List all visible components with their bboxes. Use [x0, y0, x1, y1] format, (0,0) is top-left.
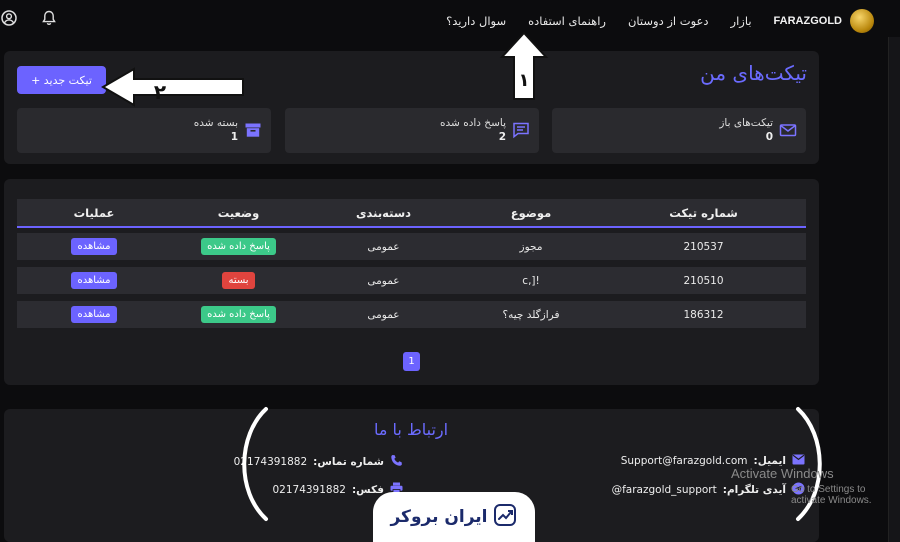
iranbroker-label: ایران بروکر: [390, 507, 488, 527]
stat-closed-tickets: بسته شده 1: [17, 108, 271, 153]
stat-label: پاسخ داده شده: [440, 117, 506, 129]
col-subject: موضوع: [510, 205, 552, 220]
stat-open-tickets: تیکت‌های باز 0: [552, 108, 806, 153]
table-row: 210510 ![,c عمومی بسته مشاهده: [17, 267, 806, 294]
right-edge-panel: [888, 37, 900, 542]
stat-count: 0: [765, 131, 773, 143]
archive-icon: [244, 121, 262, 139]
windows-watermark-subtitle: Go to Settings to activate Windows.: [791, 484, 872, 506]
stat-count: 1: [230, 131, 238, 143]
bell-icon[interactable]: [40, 9, 58, 27]
telegram-value[interactable]: farazgold_support@: [612, 484, 717, 496]
stat-label: بسته شده: [193, 117, 238, 129]
ticket-category: عمومی: [367, 274, 400, 287]
navbar-left-icons: [0, 9, 58, 27]
contact-telegram: آیدی تلگرام: farazgold_support@: [612, 482, 805, 498]
status-badge: بسته: [222, 272, 255, 289]
ticket-id: 186312: [683, 308, 724, 321]
ticket-subject: مجوز: [519, 240, 543, 253]
stat-label: تیکت‌های باز: [719, 117, 773, 129]
new-ticket-button[interactable]: تیکت جدید +: [17, 66, 106, 94]
table-header: شماره تیکت موضوع دسته‌بندی وضعیت عملیات: [17, 199, 806, 228]
message-icon: [512, 121, 530, 139]
ticket-subject: ![,c: [522, 274, 540, 287]
status-badge: پاسخ داده شده: [201, 238, 276, 255]
annotation-label-2: ۲: [154, 80, 166, 104]
annotation-arrow-1: ۱: [499, 31, 549, 100]
fax-value[interactable]: 02174391882: [272, 484, 346, 496]
nav-link-invite[interactable]: دعوت از دوستان: [628, 14, 709, 28]
nav-link-guide[interactable]: راهنمای استفاده: [528, 14, 606, 28]
brand[interactable]: FARAZGOLD: [774, 9, 874, 33]
windows-watermark-title: Activate Windows: [731, 466, 834, 481]
view-ticket-button[interactable]: مشاهده: [71, 306, 117, 323]
ticket-category: عمومی: [367, 240, 400, 253]
email-value[interactable]: Support@farazgold.com: [621, 455, 748, 467]
status-badge: پاسخ داده شده: [201, 306, 276, 323]
farazgold-logo-icon: [850, 9, 874, 33]
tickets-table-card: شماره تیکت موضوع دسته‌بندی وضعیت عملیات …: [4, 179, 819, 385]
ticket-category: عمومی: [367, 308, 400, 321]
page-title: تیکت‌های من: [700, 61, 807, 85]
view-ticket-button[interactable]: مشاهده: [71, 238, 117, 255]
nav-link-market[interactable]: بازار: [731, 14, 752, 28]
phone-icon: [390, 454, 403, 470]
pagination-page-1[interactable]: 1: [403, 352, 420, 371]
annotation-left-bracket: [242, 407, 268, 521]
user-icon[interactable]: [0, 9, 18, 27]
stat-count: 2: [498, 131, 506, 143]
ticket-id: 210537: [683, 240, 724, 253]
ticket-subject: فرازگلد چیه؟: [502, 308, 560, 321]
ticket-id: 210510: [683, 274, 724, 287]
brand-name: FARAZGOLD: [773, 15, 842, 27]
phone-key: شماره تماس:: [313, 456, 384, 468]
col-category: دسته‌بندی: [355, 205, 412, 220]
col-ticket-number: شماره تیکت: [669, 205, 738, 220]
table-row: 186312 فرازگلد چیه؟ عمومی پاسخ داده شده …: [17, 301, 806, 328]
telegram-key: آیدی تلگرام:: [722, 484, 786, 496]
envelope-icon: [779, 121, 797, 139]
fax-key: فکس:: [351, 483, 384, 496]
col-status: وضعیت: [217, 205, 260, 220]
trend-chart-icon: [493, 504, 518, 530]
table-row: 210537 مجوز عمومی پاسخ داده شده مشاهده: [17, 233, 806, 260]
annotation-arrow-2: ۲: [101, 67, 244, 107]
view-ticket-button[interactable]: مشاهده: [71, 272, 117, 289]
top-navbar: FARAZGOLD بازار دعوت از دوستان راهنمای ا…: [0, 0, 900, 37]
contact-title: ارتباط با ما: [374, 420, 449, 439]
col-actions: عملیات: [73, 205, 115, 220]
iranbroker-badge: ایران بروکر: [373, 492, 535, 542]
nav-link-questions[interactable]: سوال دارید؟: [446, 14, 506, 28]
stat-answered-tickets: پاسخ داده شده 2: [285, 108, 539, 153]
annotation-label-1: ۱: [519, 70, 530, 91]
